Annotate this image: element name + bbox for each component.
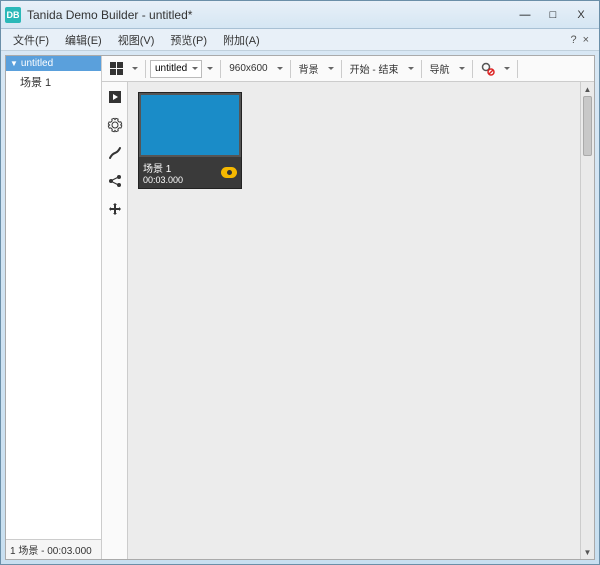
separator bbox=[421, 60, 422, 78]
status-bar: 1 场景 - 00:03.000 bbox=[6, 539, 101, 559]
brush-button[interactable] bbox=[106, 144, 124, 162]
app-icon: DB bbox=[5, 7, 21, 23]
maximize-button[interactable]: □ bbox=[539, 6, 567, 24]
record-dropdown[interactable] bbox=[501, 60, 513, 78]
grid-icon bbox=[110, 62, 123, 75]
scene-time: 00:03.000 bbox=[143, 175, 183, 185]
view-grid-button[interactable] bbox=[106, 59, 127, 79]
play-button[interactable] bbox=[106, 88, 124, 106]
expand-icon: ▼ bbox=[10, 59, 18, 68]
window-title: Tanida Demo Builder - untitled* bbox=[27, 8, 511, 22]
nav-dropdown[interactable] bbox=[456, 60, 468, 78]
range-label: 开始 - 结束 bbox=[346, 61, 403, 76]
bg-label: 背景 bbox=[295, 61, 323, 76]
separator bbox=[290, 60, 291, 78]
separator bbox=[517, 60, 518, 78]
icon-rail bbox=[102, 82, 128, 559]
nav-label: 导航 bbox=[426, 61, 454, 76]
file-dropdown[interactable] bbox=[204, 60, 216, 78]
visibility-icon[interactable] bbox=[221, 167, 237, 178]
separator bbox=[145, 60, 146, 78]
file-select-label: untitled bbox=[155, 63, 187, 74]
separator bbox=[472, 60, 473, 78]
range-dropdown[interactable] bbox=[405, 60, 417, 78]
menu-addon[interactable]: 附加(A) bbox=[215, 30, 268, 50]
close-button[interactable]: X bbox=[567, 6, 595, 24]
minimize-button[interactable]: — bbox=[511, 6, 539, 24]
scroll-down-icon[interactable]: ▼ bbox=[581, 545, 594, 559]
scene-text: 场景 1 00:03.000 bbox=[143, 160, 183, 185]
scene-name: 场景 1 bbox=[143, 160, 183, 175]
sidebar-header-label: untitled bbox=[21, 58, 53, 69]
view-dropdown[interactable] bbox=[129, 60, 141, 78]
scene-thumbnail[interactable]: 场景 1 00:03.000 bbox=[138, 92, 242, 189]
help-button[interactable]: ? bbox=[570, 34, 576, 46]
body-area: ▼ untitled 场景 1 1 场景 - 00:03.000 untitle… bbox=[5, 55, 595, 560]
size-label: 960x600 bbox=[225, 63, 271, 74]
brush-icon bbox=[108, 146, 122, 160]
scroll-up-icon[interactable]: ▲ bbox=[581, 82, 594, 96]
menu-preview[interactable]: 预览(P) bbox=[162, 30, 215, 50]
bg-dropdown[interactable] bbox=[325, 60, 337, 78]
file-select[interactable]: untitled bbox=[150, 60, 202, 78]
record-settings-button[interactable] bbox=[477, 59, 499, 79]
sidebar-item-scene[interactable]: 场景 1 bbox=[6, 71, 101, 93]
menu-view[interactable]: 视图(V) bbox=[110, 30, 163, 50]
toolbar: untitled 960x600 背景 开始 - 结束 导航 bbox=[102, 56, 594, 82]
main-panel: untitled 960x600 背景 开始 - 结束 导航 bbox=[102, 56, 594, 559]
scroll-thumb[interactable] bbox=[583, 96, 592, 156]
play-icon bbox=[108, 90, 122, 104]
sidebar-header[interactable]: ▼ untitled bbox=[6, 56, 101, 71]
sidebar-spacer bbox=[6, 93, 101, 539]
content-row: 场景 1 00:03.000 ▲ ▼ bbox=[102, 82, 594, 559]
move-icon bbox=[108, 202, 122, 216]
app-window: DB Tanida Demo Builder - untitled* — □ X… bbox=[0, 0, 600, 565]
gear-icon bbox=[107, 117, 123, 133]
menubar-close-icon[interactable]: × bbox=[583, 34, 589, 46]
vertical-scrollbar[interactable]: ▲ ▼ bbox=[580, 82, 594, 559]
help-area: ? × bbox=[570, 34, 595, 46]
window-controls: — □ X bbox=[511, 6, 595, 24]
size-dropdown[interactable] bbox=[274, 60, 286, 78]
canvas-area[interactable]: 场景 1 00:03.000 bbox=[128, 82, 580, 559]
titlebar: DB Tanida Demo Builder - untitled* — □ X bbox=[1, 1, 599, 29]
share-icon bbox=[108, 174, 122, 188]
sidebar: ▼ untitled 场景 1 1 场景 - 00:03.000 bbox=[6, 56, 102, 559]
menu-file[interactable]: 文件(F) bbox=[5, 30, 57, 50]
share-button[interactable] bbox=[106, 172, 124, 190]
gear-blocked-icon bbox=[481, 62, 495, 76]
separator bbox=[341, 60, 342, 78]
move-button[interactable] bbox=[106, 200, 124, 218]
scene-info: 场景 1 00:03.000 bbox=[139, 157, 241, 188]
settings-button[interactable] bbox=[106, 116, 124, 134]
menu-edit[interactable]: 编辑(E) bbox=[57, 30, 110, 50]
menubar: 文件(F) 编辑(E) 视图(V) 预览(P) 附加(A) ? × bbox=[1, 29, 599, 51]
scene-preview bbox=[139, 93, 241, 157]
separator bbox=[220, 60, 221, 78]
